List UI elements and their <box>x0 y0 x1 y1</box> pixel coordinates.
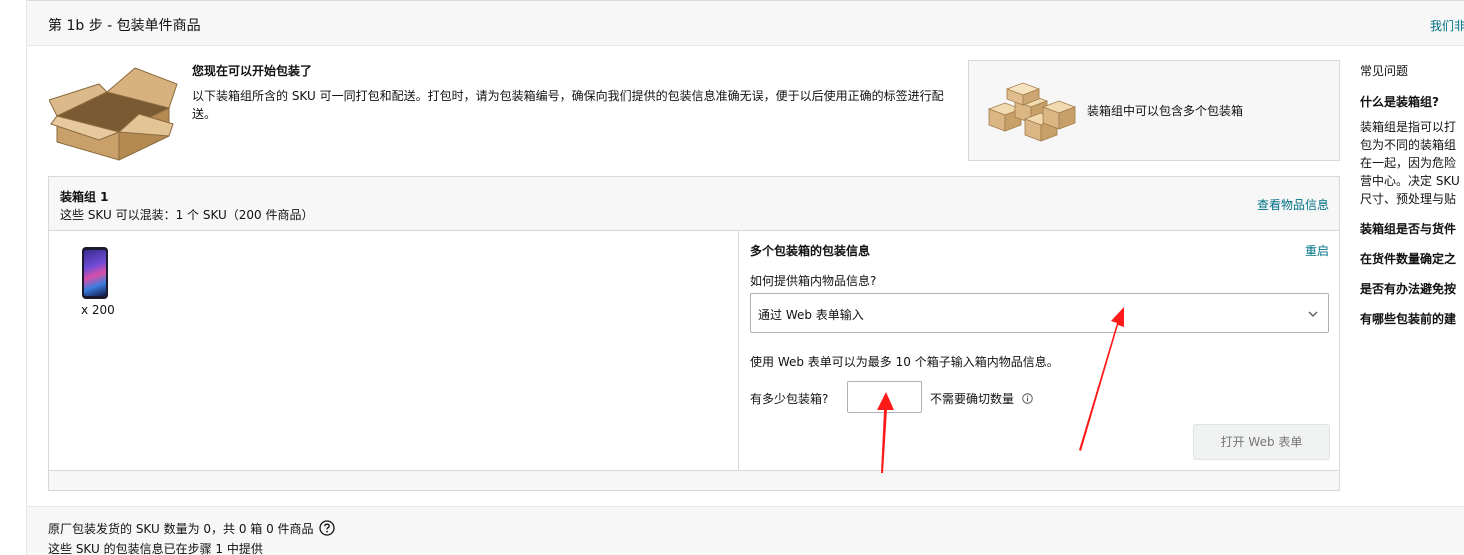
help-circle-icon[interactable] <box>319 520 336 536</box>
method-select[interactable]: 通过 Web 表单输入 <box>750 293 1329 333</box>
box-group-footer <box>49 470 1339 490</box>
box-count-input[interactable] <box>847 381 922 413</box>
exact-quantity-text: 不需要确切数量 <box>930 392 1015 406</box>
box-group-info-card: 装箱组中可以包含多个包装箱 <box>968 60 1340 161</box>
faq-answer: 装箱组是指可以打 包为不同的装箱组 在一起，因为危险 营中心。决定 SKU 尺寸… <box>1360 118 1464 208</box>
reset-link[interactable]: 重启 <box>1305 242 1329 259</box>
faq-answer-line: 装箱组是指可以打 <box>1360 120 1457 134</box>
open-web-form-button[interactable]: 打开 Web 表单 <box>1193 424 1330 460</box>
faq-question[interactable]: 是否有办法避免按 <box>1360 280 1456 297</box>
original-packaging-section: 原厂包装发货的 SKU 数量为 0，共 0 箱 0 件商品 这些 SKU 的包装… <box>27 506 1464 555</box>
open-box-illustration <box>49 67 178 161</box>
web-form-note: 使用 Web 表单可以为最多 10 个箱子输入箱内物品信息。 <box>750 355 1059 369</box>
page-frame: 第 1b 步 - 包装单件商品 我们非 您现在可以开始包装了 以下装箱组所含的 … <box>27 0 1464 555</box>
product-thumbnail[interactable] <box>82 247 108 299</box>
item-cell: x 200 <box>49 231 739 470</box>
box-group-panel: 装箱组 1 这些 SKU 可以混装：1 个 SKU（200 件商品） 查看物品信… <box>48 176 1340 491</box>
faq-answer-line: 营中心。决定 SKU <box>1360 174 1460 188</box>
faq-answer-line: 在一起，因为危险 <box>1360 156 1457 170</box>
left-gutter <box>0 0 27 555</box>
faq-question[interactable]: 在货件数量确定之 <box>1360 250 1456 267</box>
faq-answer-line: 尺寸、预处理与贴 <box>1360 192 1457 206</box>
info-card-text: 装箱组中可以包含多个包装箱 <box>1087 104 1244 118</box>
original-packaging-summary: 原厂包装发货的 SKU 数量为 0，共 0 箱 0 件商品 <box>48 520 336 537</box>
box-group-title: 装箱组 1 <box>60 190 109 204</box>
step-title: 第 1b 步 - 包装单件商品 <box>48 18 201 34</box>
form-title: 多个包装箱的包装信息 <box>750 244 871 258</box>
faq-answer-line: 包为不同的装箱组 <box>1360 138 1457 152</box>
faq-heading: 常见问题 <box>1360 64 1409 78</box>
packaging-provided-note: 这些 SKU 的包装信息已在步骤 1 中提供 <box>48 542 263 555</box>
item-quantity: x 200 <box>81 303 115 317</box>
method-select-value: 通过 Web 表单输入 <box>758 308 864 322</box>
box-group-body: x 200 多个包装箱的包装信息 重启 如何提供箱内物品信息? 通过 Web 表… <box>49 231 1339 470</box>
exact-quantity-note: 不需要确切数量 <box>930 390 1033 407</box>
info-icon[interactable] <box>1022 393 1033 404</box>
faq-question[interactable]: 装箱组是否与货件 <box>1360 220 1456 237</box>
faq-question[interactable]: 有哪些包装前的建 <box>1360 310 1456 327</box>
method-label: 如何提供箱内物品信息? <box>750 274 877 288</box>
packing-info-form: 多个包装箱的包装信息 重启 如何提供箱内物品信息? 通过 Web 表单输入 使用… <box>740 231 1339 470</box>
view-item-info-link[interactable]: 查看物品信息 <box>1257 196 1329 213</box>
chevron-down-icon <box>1308 311 1318 317</box>
top-right-link[interactable]: 我们非 <box>1430 17 1464 34</box>
step-header: 第 1b 步 - 包装单件商品 我们非 <box>27 0 1464 46</box>
intro-text: 以下装箱组所含的 SKU 可一同打包和配送。打包时，请为包装箱编号，确保向我们提… <box>192 89 944 121</box>
box-count-label: 有多少包装箱? <box>750 392 829 406</box>
original-packaging-text: 原厂包装发货的 SKU 数量为 0，共 0 箱 0 件商品 <box>48 522 314 536</box>
stacked-boxes-illustration <box>987 82 1077 142</box>
intro-title: 您现在可以开始包装了 <box>192 64 313 78</box>
phone-screen <box>84 250 106 296</box>
box-group-header: 装箱组 1 这些 SKU 可以混装：1 个 SKU（200 件商品） 查看物品信… <box>49 177 1339 231</box>
box-group-subtitle: 这些 SKU 可以混装：1 个 SKU（200 件商品） <box>60 208 314 222</box>
faq-question[interactable]: 什么是装箱组? <box>1360 93 1439 110</box>
